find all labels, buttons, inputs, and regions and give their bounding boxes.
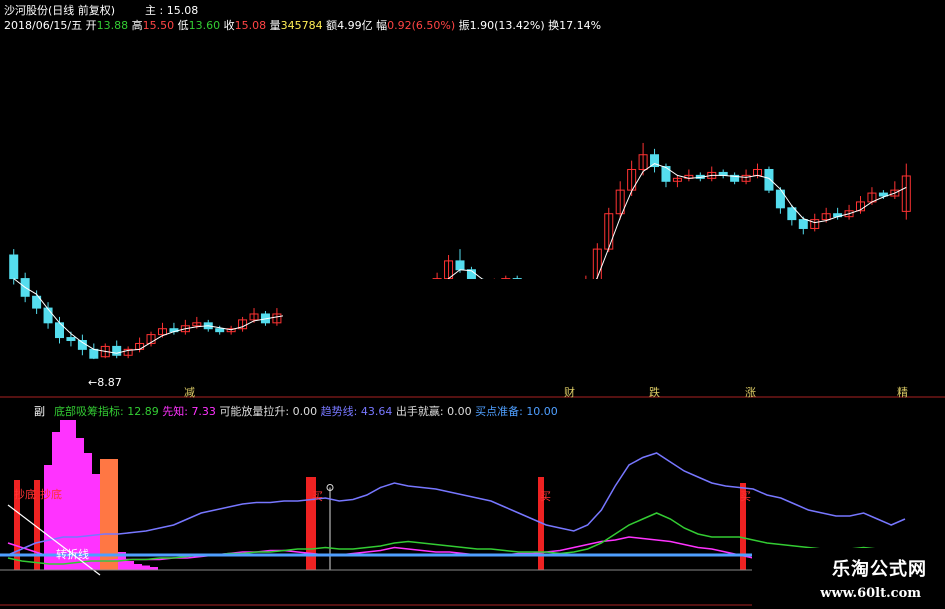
candle-body	[455, 260, 465, 271]
legend-win-label: 出手就赢:	[395, 405, 444, 418]
title-text: 沙河股份(日线 前复权)	[4, 4, 116, 17]
legend-win-value: 0.00	[447, 405, 472, 418]
main-readout: 主 : 15.08	[145, 4, 199, 17]
marker-3: 涨	[745, 386, 756, 399]
candle-body	[43, 307, 53, 324]
volume-value: 345784	[280, 19, 323, 32]
stock-chart-window: 沙河股份(日线 前复权) 主 : 15.08 2018/06/15/五 开13.…	[0, 0, 945, 609]
candle-body	[798, 219, 808, 229]
legend-bottom-value: 12.89	[127, 405, 159, 418]
indicator-header: 副	[34, 403, 45, 419]
legend-xianzhi-value: 7.33	[191, 405, 216, 418]
legend-volume-label: 可能放量拉升:	[219, 405, 290, 418]
marker-4: 精	[897, 386, 908, 399]
turnover-value: 17.14%	[559, 19, 602, 32]
turning-line-label: 转折线	[56, 548, 89, 561]
bar-label-1: 抄底	[40, 488, 62, 501]
legend-buyready-label: 买点准备:	[475, 405, 523, 418]
legend-buyready-value: 10.00	[526, 405, 558, 418]
histogram-bar	[134, 564, 142, 570]
amount-value: 4.99亿	[337, 19, 373, 32]
bar-label-3: 买	[540, 490, 551, 503]
candle-body	[77, 340, 87, 350]
open-value: 13.88	[96, 19, 129, 32]
price-panel	[9, 0, 945, 360]
sub-label: 副	[34, 405, 45, 418]
candle-body	[661, 166, 671, 182]
bar-label-2: 买	[312, 490, 323, 503]
histogram-bar	[142, 565, 150, 570]
change-value: 0.92(6.50%)	[387, 19, 456, 32]
marker-1: 财	[564, 386, 575, 399]
watermark-title: 乐淘公式网	[832, 559, 927, 580]
high-value: 15.50	[142, 19, 175, 32]
candle-body	[112, 345, 122, 356]
stock-title: 沙河股份(日线 前复权)	[4, 2, 115, 18]
marker-0: 减	[184, 386, 195, 399]
legend-trend-value: 43.64	[360, 405, 393, 418]
histogram-bar	[100, 459, 118, 570]
legend-volume-value: 0.00	[292, 405, 318, 418]
histogram-bar	[126, 561, 134, 570]
low-value: 13.60	[188, 19, 221, 32]
date-text: 2018/06/15/五	[4, 19, 83, 32]
candle-body	[764, 168, 774, 191]
indicator-legend: 底部吸筹指标: 12.89 先知: 7.33 可能放量拉升: 0.00 趋势线:…	[54, 403, 558, 419]
legend-bottom-label: 底部吸筹指标:	[54, 405, 124, 418]
candle-body	[9, 254, 19, 280]
amplitude-value: 1.90(13.42%)	[469, 19, 545, 32]
trend-line	[7, 452, 906, 556]
chart-canvas	[0, 0, 945, 609]
candle-body	[66, 337, 76, 342]
candle-body	[89, 348, 99, 359]
bar-label-0: 抄底	[14, 488, 36, 501]
main-value: 15.08	[166, 4, 199, 17]
occlusion-block-mid	[283, 279, 662, 329]
low-price-value: 8.87	[97, 376, 122, 389]
legend-trend-label: 趋势线:	[320, 405, 358, 418]
marker-2: 跌	[649, 386, 660, 399]
watermark-url: www.60lt.com	[820, 586, 921, 601]
candle-body	[215, 328, 225, 333]
low-price-marker: ←8.87	[88, 376, 122, 389]
legend-xianzhi-label: 先知:	[162, 405, 188, 418]
bar-label-4: 买	[740, 490, 751, 503]
main-label: 主	[145, 4, 156, 17]
quote-bar: 2018/06/15/五 开13.88 高15.50 低13.60 收15.08…	[4, 19, 602, 32]
close-value: 15.08	[234, 19, 267, 32]
